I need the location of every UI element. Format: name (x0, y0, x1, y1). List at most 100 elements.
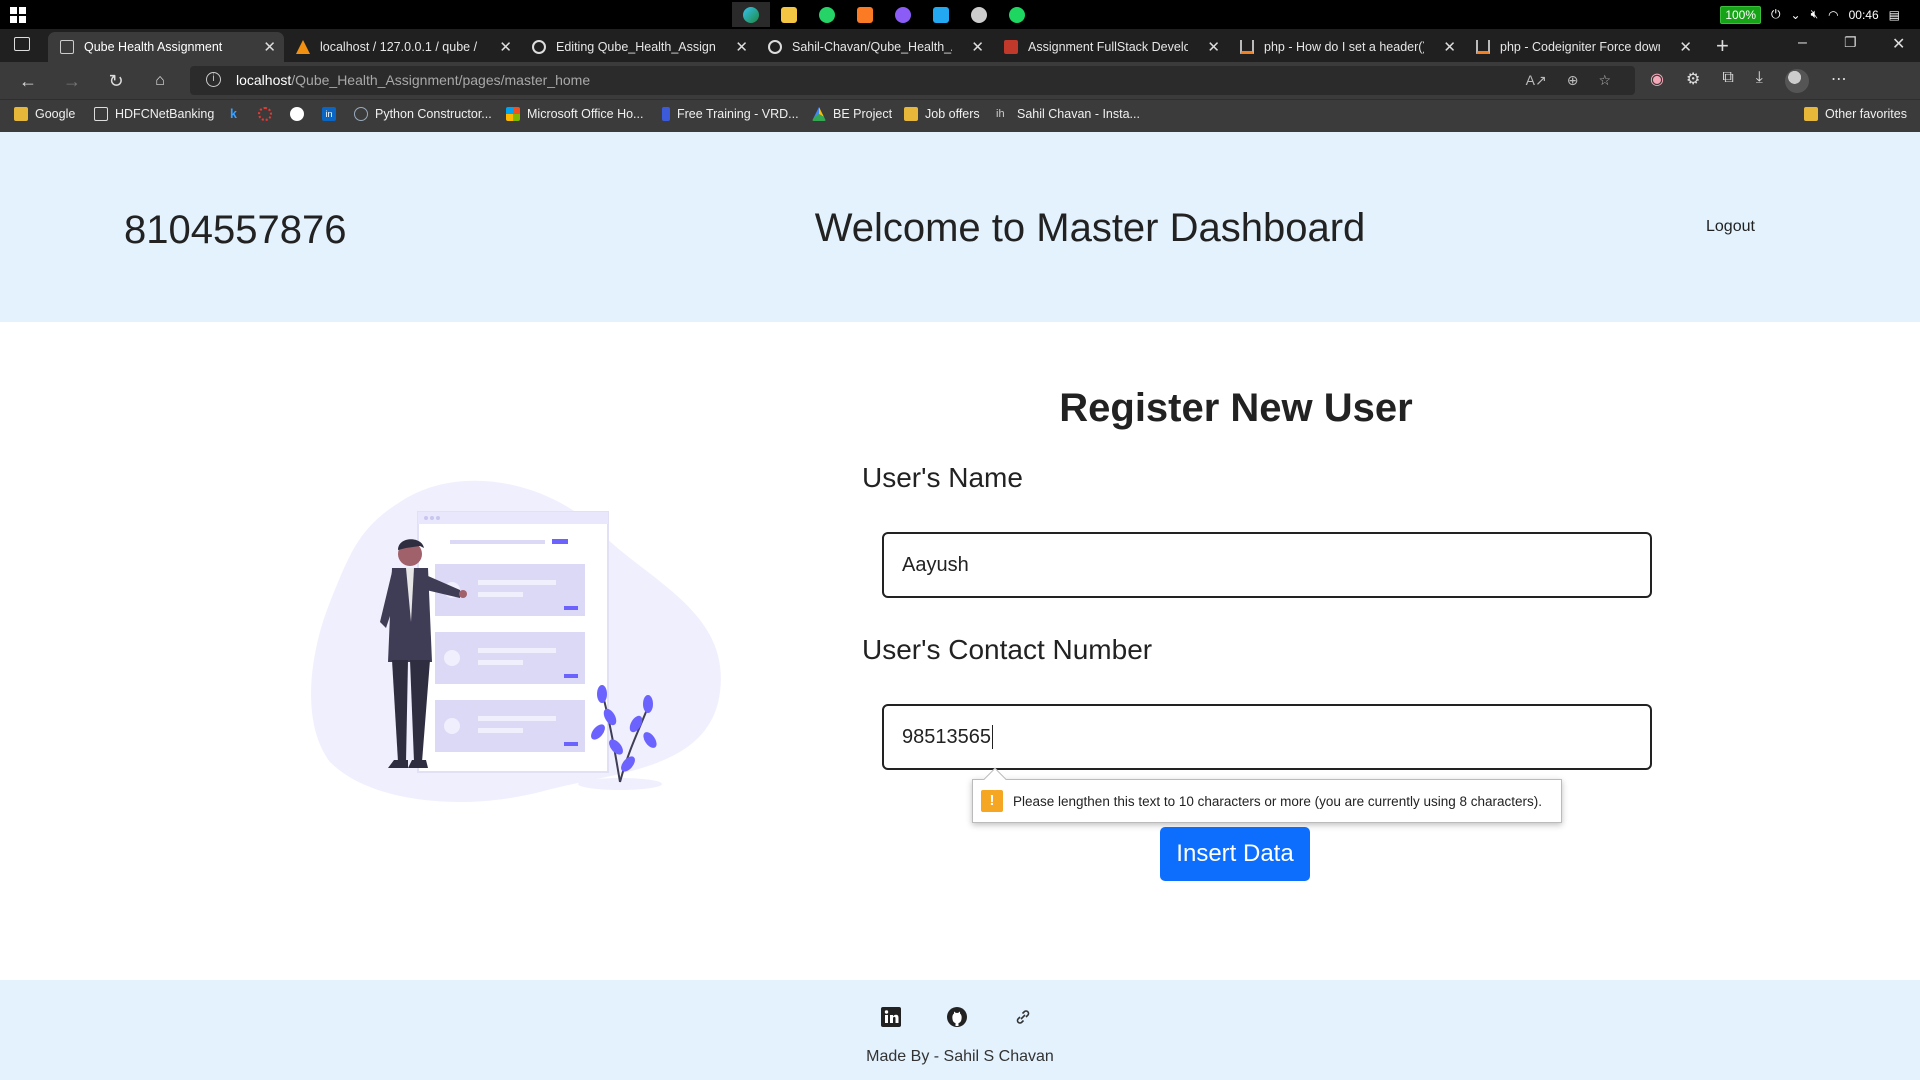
file-explorer-taskbar-icon[interactable] (770, 2, 808, 27)
favorite-google[interactable]: Google (14, 107, 75, 121)
downloads-icon[interactable]: ⤓ (1756, 69, 1763, 93)
more-menu-icon[interactable]: ⋯ (1831, 69, 1847, 93)
whatsapp-taskbar-icon[interactable] (808, 2, 846, 27)
forward-icon[interactable]: → (60, 69, 84, 93)
linkedin-icon: in (322, 107, 336, 121)
collections-icon[interactable]: ⧉ (1722, 69, 1733, 93)
windows-start-icon[interactable] (10, 7, 26, 23)
name-input[interactable]: Aayush (882, 532, 1652, 598)
xampp-taskbar-icon[interactable] (846, 2, 884, 27)
favorite-label: Google (35, 107, 76, 121)
favorite-job-offers[interactable]: Job offers (904, 107, 980, 121)
site-icon (662, 107, 670, 121)
stackoverflow-icon (1476, 40, 1490, 54)
tab-actions-icon[interactable] (14, 37, 30, 51)
favorite-label: Microsoft Office Ho... (527, 107, 644, 121)
folder-icon (904, 107, 918, 121)
read-aloud-icon[interactable]: A↗ (1526, 72, 1547, 89)
tab-phpmyadmin[interactable]: localhost / 127.0.0.1 / qube / us ✕ (284, 32, 520, 62)
favorite-star-icon[interactable]: ☆ (1598, 72, 1611, 89)
register-illustration (311, 480, 721, 802)
close-icon[interactable]: ✕ (971, 38, 984, 56)
page-icon (60, 40, 74, 54)
close-icon[interactable]: ✕ (1443, 38, 1456, 56)
refresh-icon[interactable]: ↻ (104, 69, 128, 93)
favorite-free-training[interactable]: Free Training - VRD... (662, 107, 799, 121)
favorite-python[interactable]: Python Constructor... (354, 107, 492, 121)
name-label: User's Name (862, 462, 1023, 493)
system-tray: 100% ⏻ ⌄ 🔇︎ ◠ 00:46 ▤ (1720, 0, 1920, 29)
power-icon[interactable]: ⏻ (1771, 7, 1781, 22)
window-close-icon[interactable]: ✕ (1892, 34, 1905, 54)
browser-tabstrip: Qube Health Assignment ✕ localhost / 127… (0, 29, 1920, 62)
tab-label: Qube Health Assignment (84, 40, 223, 54)
close-icon[interactable]: ✕ (263, 38, 276, 56)
phpmyadmin-icon (296, 40, 310, 54)
app-taskbar-icon[interactable] (884, 2, 922, 27)
other-favorites[interactable]: Other favorites (1804, 107, 1907, 121)
tooltip-arrow (983, 767, 1007, 791)
site-icon: ih (996, 108, 1005, 120)
settings-taskbar-icon[interactable] (960, 2, 998, 27)
favorite-github[interactable] (290, 107, 311, 121)
edge-taskbar-icon[interactable] (732, 2, 770, 27)
wifi-icon[interactable]: ◠ (1828, 8, 1838, 22)
tab-stackoverflow-header[interactable]: php - How do I set a header() a ✕ (1228, 32, 1464, 62)
home-icon[interactable]: ⌂ (148, 69, 172, 93)
linkedin-icon[interactable] (880, 1006, 902, 1028)
favorite-office[interactable]: Microsoft Office Ho... (506, 107, 643, 121)
mute-icon[interactable]: 🔇︎ (1811, 7, 1819, 22)
favorite-linkedin[interactable]: in (322, 107, 343, 121)
favorite-label: BE Project (833, 107, 893, 121)
link-icon[interactable] (1012, 1006, 1034, 1028)
favorite-k[interactable]: k (230, 107, 237, 121)
logout-link[interactable]: Logout (1706, 218, 1755, 236)
extensions-puzzle-icon[interactable]: ⚙ (1686, 69, 1700, 93)
tab-stackoverflow-codeigniter[interactable]: php - Codeigniter Force downlo ✕ (1464, 32, 1700, 62)
validation-tooltip: ! Please lengthen this text to 10 charac… (972, 767, 1562, 823)
browser-toolbar: ← → ↻ ⌂ i localhost/Qube_Health_Assignme… (0, 62, 1920, 99)
favorite-circle[interactable] (258, 107, 279, 121)
close-icon[interactable]: ✕ (1207, 38, 1220, 56)
circle-icon (258, 107, 272, 121)
tab-label: php - How do I set a header() a (1264, 40, 1424, 54)
back-icon[interactable]: ← (16, 69, 40, 93)
tab-github-repo[interactable]: Sahil-Chavan/Qube_Health_Assi ✕ (756, 32, 992, 62)
favorites-bar: Google HDFCNetBanking k in Python Constr… (0, 99, 1920, 132)
close-icon[interactable]: ✕ (735, 38, 748, 56)
tab-editing-repo[interactable]: Editing Qube_Health_Assignmen ✕ (520, 32, 756, 62)
extension-icon[interactable]: ◉ (1650, 69, 1664, 93)
close-icon[interactable]: ✕ (1679, 38, 1692, 56)
chevron-up-icon[interactable]: ⌄ (1791, 8, 1801, 22)
web-page: 8104557876 Welcome to Master Dashboard L… (0, 132, 1920, 1080)
clock[interactable]: 00:46 (1849, 8, 1879, 22)
restore-icon[interactable]: ❐ (1844, 34, 1857, 51)
info-icon[interactable]: i (206, 72, 221, 87)
os-taskbar: 100% ⏻ ⌄ 🔇︎ ◠ 00:46 ▤ (0, 0, 1920, 29)
favorite-hdfc[interactable]: HDFCNetBanking (94, 107, 214, 121)
url-path: /Qube_Health_Assignment/pages/master_hom… (291, 72, 591, 88)
drive-icon (812, 107, 826, 121)
vscode-taskbar-icon[interactable] (922, 2, 960, 27)
favorite-instagram[interactable]: ih Sahil Chavan - Insta... (996, 107, 1140, 121)
battery-indicator[interactable]: 100% (1720, 5, 1762, 24)
spotify-taskbar-icon[interactable] (998, 2, 1036, 27)
profile-avatar[interactable] (1784, 69, 1809, 93)
tab-label: php - Codeigniter Force downlo (1500, 40, 1660, 54)
validation-message: Please lengthen this text to 10 characte… (1013, 793, 1543, 809)
contact-input[interactable]: 98513565 (882, 704, 1652, 770)
github-icon (768, 40, 782, 54)
form-title: Register New User (1059, 386, 1413, 430)
notification-icon[interactable]: ▤ (1889, 8, 1900, 22)
tab-qube-health[interactable]: Qube Health Assignment ✕ (48, 32, 284, 62)
tab-assignment-pdf[interactable]: Assignment FullStack Developer ✕ (992, 32, 1228, 62)
zoom-icon[interactable]: ⊕ (1567, 72, 1579, 89)
address-bar[interactable]: i localhost/Qube_Health_Assignment/pages… (190, 66, 1635, 95)
insert-data-button[interactable]: Insert Data (1160, 827, 1310, 881)
page-footer: Made By - Sahil S Chavan (0, 980, 1920, 1080)
favorite-be-project[interactable]: BE Project (812, 107, 892, 121)
new-tab-icon[interactable]: + (1716, 33, 1729, 59)
github-icon[interactable] (946, 1006, 968, 1028)
minimize-icon[interactable]: – (1798, 34, 1807, 52)
close-icon[interactable]: ✕ (499, 38, 512, 56)
